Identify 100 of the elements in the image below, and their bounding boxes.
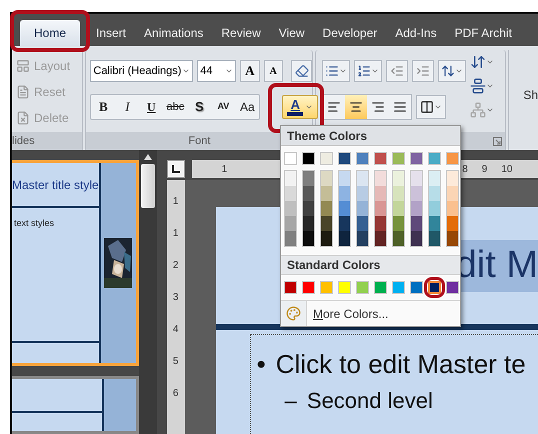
more-colors-item[interactable]: More Colors... [307,301,460,326]
color-swatch[interactable] [339,231,350,246]
grow-font-button[interactable]: A [240,60,260,82]
color-swatch[interactable] [375,171,386,186]
color-swatch[interactable] [339,201,350,216]
color-swatch[interactable] [428,152,441,165]
color-swatch[interactable] [446,152,459,165]
slide-thumbnail[interactable]: Master title style text styles [12,160,139,366]
color-swatch[interactable] [303,201,314,216]
color-swatch[interactable] [356,281,369,294]
align-text-button[interactable] [470,78,494,94]
color-swatch[interactable] [357,231,368,246]
color-swatch[interactable] [303,231,314,246]
color-swatch[interactable] [375,201,386,216]
color-swatch[interactable] [446,281,459,294]
color-swatch[interactable] [393,186,404,201]
color-swatch[interactable] [429,231,440,246]
ribbon-tab[interactable]: Insert [88,20,134,46]
align-button[interactable] [345,95,368,119]
color-swatch[interactable] [285,171,296,186]
color-swatch[interactable] [393,171,404,186]
ribbon-tab[interactable]: Home [20,20,80,46]
smartart-button[interactable] [470,102,494,118]
color-swatch[interactable] [357,171,368,186]
decrease-indent-button[interactable] [386,60,408,82]
format-button[interactable]: Aa [235,95,260,119]
color-swatch[interactable] [411,201,422,216]
color-swatch[interactable] [375,216,386,231]
color-swatch[interactable] [411,186,422,201]
color-swatch[interactable] [375,186,386,201]
format-button[interactable]: S [187,95,212,119]
color-swatch[interactable] [285,216,296,231]
color-swatch[interactable] [338,281,351,294]
color-swatch[interactable] [447,186,458,201]
color-swatch[interactable] [374,281,387,294]
font-color-button[interactable]: A [282,95,318,119]
shrink-font-button[interactable]: A [264,60,284,82]
increase-indent-button[interactable] [412,60,434,82]
ribbon-tab[interactable]: Animations [136,20,212,46]
scroll-thumb[interactable] [141,164,156,208]
color-swatch[interactable] [285,201,296,216]
color-swatch[interactable] [393,216,404,231]
color-swatch[interactable] [447,216,458,231]
color-swatch[interactable] [429,171,440,186]
color-swatch[interactable] [411,171,422,186]
color-swatch[interactable] [320,281,333,294]
color-swatch[interactable] [428,281,441,294]
color-swatch[interactable] [303,171,314,186]
scrollbar[interactable] [139,150,157,434]
format-button[interactable]: B [91,95,116,119]
body-placeholder[interactable]: • Click to edit Master te – Second level [250,334,538,434]
color-swatch[interactable] [429,186,440,201]
color-swatch[interactable] [339,216,350,231]
color-swatch[interactable] [356,152,369,165]
text-direction-button[interactable] [470,54,494,70]
color-swatch[interactable] [302,152,315,165]
color-swatch[interactable] [303,186,314,201]
font-size-field[interactable]: 44 [197,60,236,82]
color-swatch[interactable] [303,216,314,231]
line-spacing-button[interactable] [438,60,466,82]
color-swatch[interactable] [447,171,458,186]
dialog-launcher-icon[interactable] [493,136,502,146]
tab-stop-selector[interactable] [166,160,185,178]
color-swatch[interactable] [338,152,351,165]
color-swatch[interactable] [447,231,458,246]
color-swatch[interactable] [339,171,350,186]
numbering-button[interactable] [354,60,382,82]
color-swatch[interactable] [284,281,297,294]
color-swatch[interactable] [411,216,422,231]
color-swatch[interactable] [393,201,404,216]
ribbon-tab[interactable]: PDF Archit [446,20,520,46]
color-swatch[interactable] [339,186,350,201]
color-swatch[interactable] [321,231,332,246]
color-swatch[interactable] [357,216,368,231]
color-swatch[interactable] [410,152,423,165]
color-swatch[interactable] [284,152,297,165]
ribbon-tab[interactable]: Developer [314,20,386,46]
color-swatch[interactable] [392,152,405,165]
color-swatch[interactable] [321,186,332,201]
font-name-field[interactable]: Calibri (Headings) [90,60,194,82]
format-button[interactable]: I [115,95,140,119]
color-swatch[interactable] [447,201,458,216]
color-swatch[interactable] [357,186,368,201]
color-swatch[interactable] [392,281,405,294]
color-swatch[interactable] [375,231,386,246]
ribbon-tab[interactable]: Review [213,20,269,46]
color-swatch[interactable] [285,231,296,246]
color-swatch[interactable] [429,216,440,231]
color-swatch[interactable] [393,231,404,246]
format-button[interactable]: U [139,95,164,119]
color-swatch[interactable] [357,201,368,216]
bullets-button[interactable] [322,60,350,82]
slide-thumbnail[interactable] [12,376,139,434]
format-button[interactable]: abc [163,95,188,119]
color-swatch[interactable] [374,152,387,165]
columns-button[interactable] [416,95,446,119]
ribbon-tab[interactable]: Add-Ins [387,20,445,46]
color-swatch[interactable] [410,281,423,294]
color-swatch[interactable] [411,231,422,246]
format-button[interactable]: AV [211,95,236,119]
